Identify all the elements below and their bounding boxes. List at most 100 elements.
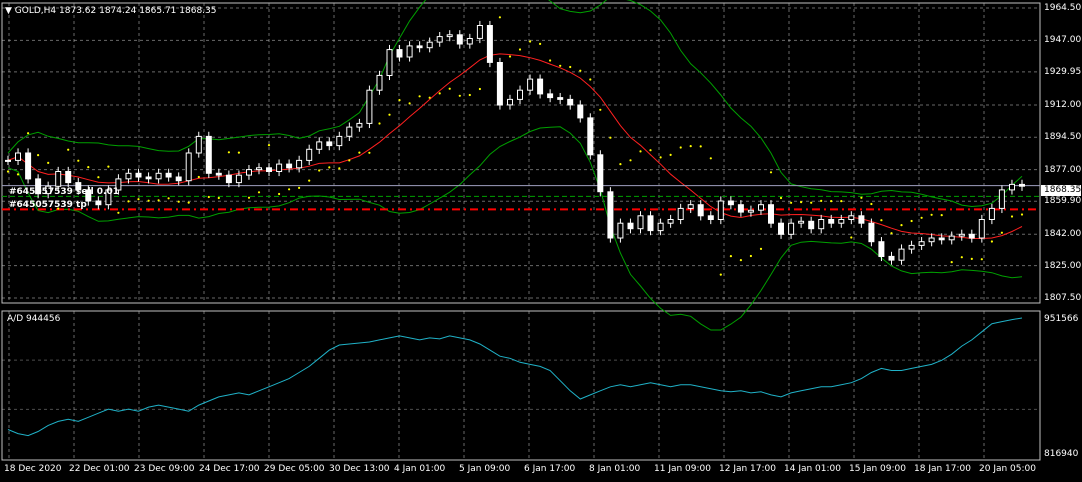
sar-dot — [729, 255, 733, 258]
sar-dot — [990, 240, 994, 243]
candle-body — [948, 235, 955, 241]
price-tick-label: 1912.00 — [1044, 99, 1082, 110]
chart-header[interactable]: ▼ GOLD,H4 1873.62 1874.24 1865.71 1868.3… — [5, 6, 216, 17]
candle-body — [717, 200, 724, 220]
sar-dot — [679, 146, 682, 149]
sar-dot — [438, 92, 441, 95]
sar-dot — [197, 175, 200, 179]
sar-dot — [87, 166, 90, 169]
candle-body — [456, 34, 463, 45]
candle-body — [778, 222, 784, 235]
sar-dot — [589, 78, 592, 81]
candle-body — [637, 215, 644, 230]
sar-dot — [378, 122, 381, 125]
candle-body — [296, 159, 303, 169]
candle-body — [587, 117, 594, 156]
candle-body — [798, 220, 805, 224]
sar-dot — [278, 192, 281, 196]
candle-body — [205, 135, 212, 174]
sar-dot — [870, 202, 873, 206]
sar-dot — [1000, 231, 1004, 234]
candle-body — [5, 159, 11, 162]
order-tp-label[interactable]: #645057539 tp — [9, 200, 87, 211]
sar-dot — [398, 99, 401, 102]
sar-dot — [227, 151, 230, 154]
sar-dot — [167, 197, 170, 200]
chart-menu-icon[interactable]: ▼ — [5, 6, 12, 16]
time-tick-label: 4 Jan 01:00 — [394, 464, 446, 474]
sar-dot — [779, 196, 783, 200]
candle-body — [727, 200, 734, 206]
sar-dot — [147, 199, 150, 202]
candle-body — [758, 204, 764, 211]
sar-dot — [1020, 213, 1024, 216]
candle-body — [918, 241, 925, 246]
candle-body — [316, 141, 323, 150]
candle-body — [707, 215, 714, 221]
chart-window[interactable]: ▼ GOLD,H4 1873.62 1874.24 1865.71 1868.3… — [0, 0, 1082, 482]
candle-body — [517, 89, 523, 100]
price-tick-label: 1877.00 — [1044, 164, 1082, 175]
candle-body — [657, 222, 664, 232]
sar-dot — [478, 87, 481, 91]
sar-dot — [960, 256, 963, 259]
candle-body — [356, 122, 363, 128]
sar-dot — [97, 176, 100, 179]
sar-dot — [6, 170, 10, 173]
candle-body — [406, 45, 413, 58]
sar-dot — [448, 87, 451, 90]
sar-dot — [910, 219, 913, 223]
candle-body — [235, 174, 242, 184]
sar-dot — [368, 151, 371, 154]
sar-dot — [107, 165, 110, 168]
sar-dot — [840, 200, 843, 203]
order-sell-label[interactable]: #645057539 sell 0.01 — [9, 187, 119, 198]
candle-body — [436, 36, 443, 43]
ohlc-values: 1873.62 1874.24 1865.71 1868.35 — [59, 6, 217, 16]
candle-body — [938, 237, 945, 241]
sar-dot — [508, 55, 512, 58]
candle-body — [697, 204, 704, 217]
symbol-label: GOLD,H4 — [14, 6, 57, 16]
candle-body — [496, 62, 503, 106]
candle-body — [426, 41, 433, 49]
current-price-tag: 1868.35 — [1041, 185, 1081, 196]
sar-dot — [67, 148, 70, 151]
candle-body — [667, 219, 674, 224]
candle-body — [808, 220, 815, 230]
candle-body — [828, 219, 835, 224]
sar-dot — [348, 159, 351, 162]
sar-dot — [800, 201, 803, 204]
candle-body — [276, 163, 283, 173]
sar-dot — [980, 258, 983, 261]
time-tick-label: 30 Dec 13:00 — [329, 464, 390, 474]
time-tick-label: 20 Jan 05:00 — [979, 464, 1036, 474]
candle-body — [978, 219, 985, 239]
sar-dot — [518, 48, 522, 51]
candle-body — [567, 98, 574, 106]
sar-dot — [338, 167, 341, 170]
candle-body — [908, 244, 915, 250]
time-tick-label: 18 Dec 2020 — [4, 464, 62, 474]
chart-canvas[interactable] — [0, 0, 1082, 482]
candle-body — [737, 204, 744, 213]
time-tick-label: 23 Dec 09:00 — [134, 464, 195, 474]
sar-dot — [27, 132, 30, 135]
candle-body — [175, 176, 182, 182]
candle-body — [1019, 183, 1025, 187]
sar-dot — [900, 224, 903, 227]
candle-body — [326, 141, 333, 147]
candle-body — [306, 148, 313, 161]
sar-dot — [830, 200, 833, 203]
candle-body — [647, 215, 654, 232]
sar-dot — [328, 166, 331, 169]
candle-body — [577, 104, 584, 119]
time-tick-label: 11 Jan 09:00 — [654, 464, 711, 474]
candle-body — [998, 189, 1005, 209]
candle-body — [155, 172, 162, 180]
ad-min-label: 816940 — [1044, 449, 1079, 459]
candle-body — [958, 233, 965, 237]
candle-body — [95, 200, 102, 206]
candle-body — [446, 34, 453, 38]
candle-body — [286, 163, 293, 169]
